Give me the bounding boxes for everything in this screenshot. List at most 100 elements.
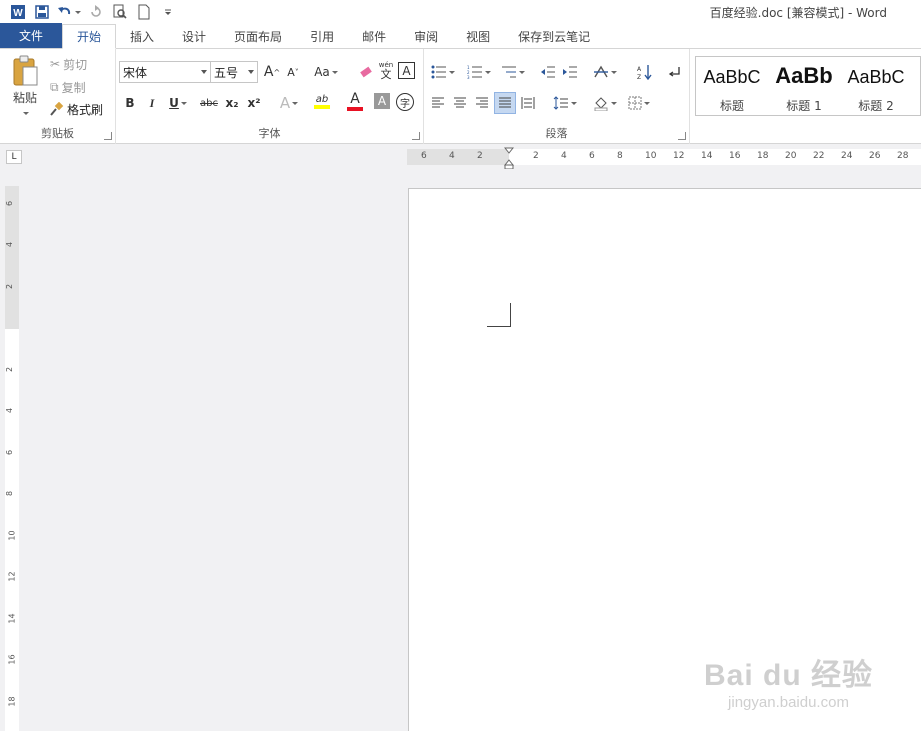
clipboard-group-label: 剪贴板: [41, 127, 74, 140]
ruler-number: 4: [5, 407, 15, 414]
tab-layout[interactable]: 页面布局: [220, 24, 296, 48]
font-name-value: 宋体: [123, 66, 148, 80]
copy-button[interactable]: ⧉ 复制: [50, 77, 86, 97]
subscript-icon[interactable]: x₂: [222, 93, 242, 113]
cut-button[interactable]: ✂ 剪切: [50, 54, 87, 74]
svg-text:3: 3: [467, 75, 470, 79]
underline-icon[interactable]: U: [164, 93, 192, 113]
ruler-number: 12: [673, 151, 685, 161]
tab-file[interactable]: 文件: [0, 23, 62, 48]
font-group-label: 字体: [258, 127, 281, 140]
grow-font-icon[interactable]: A ^: [262, 62, 282, 82]
ruler-number: 6: [5, 449, 15, 455]
customize-qat-icon[interactable]: [156, 2, 180, 22]
align-center-icon[interactable]: [450, 93, 470, 113]
save-icon[interactable]: [30, 2, 54, 22]
ruler-number: 4: [5, 241, 15, 248]
chevron-down-icon: [248, 70, 254, 74]
italic-icon[interactable]: I: [142, 93, 162, 113]
tab-view[interactable]: 视图: [452, 24, 504, 48]
print-preview-icon[interactable]: [108, 2, 132, 22]
enclose-characters-icon[interactable]: 字: [396, 93, 414, 111]
ruler-number: 2: [533, 151, 539, 161]
character-border-icon[interactable]: A: [398, 62, 415, 79]
bullets-icon[interactable]: [428, 62, 458, 82]
svg-text:W: W: [13, 8, 23, 19]
sort-icon[interactable]: AZ: [634, 62, 654, 82]
font-size-combo[interactable]: 五号: [210, 61, 258, 83]
increase-indent-icon[interactable]: [560, 62, 580, 82]
chinese-layout-icon[interactable]: [590, 62, 620, 82]
clipboard-group: 粘贴 ✂ 剪切 ⧉ 复制 格式刷 剪贴板: [0, 49, 116, 144]
new-document-icon[interactable]: [132, 2, 156, 22]
font-size-value: 五号: [214, 66, 239, 80]
word-logo-icon[interactable]: W: [6, 2, 30, 22]
ruler-number: 10: [645, 151, 657, 161]
tab-insert[interactable]: 插入: [116, 24, 168, 48]
chevron-down-icon: [201, 70, 207, 74]
vertical-ruler[interactable]: 6 4 2 2 4 6 8 10 12 14 16 18: [5, 186, 19, 731]
change-case-icon[interactable]: Aa: [312, 62, 340, 82]
ruler-number: 2: [5, 366, 15, 372]
svg-text:Z: Z: [637, 74, 641, 80]
tab-stop-selector[interactable]: L: [6, 150, 22, 164]
style-heading-1[interactable]: AaBb 标题 1: [768, 57, 840, 115]
horizontal-ruler[interactable]: 6 4 2 2 4 6 8 10 12 14 16 18 20 22 24 26 28: [407, 147, 921, 169]
tab-evernote[interactable]: 保存到云笔记: [504, 24, 604, 48]
paste-dropdown-arrow[interactable]: [23, 112, 29, 115]
line-spacing-icon[interactable]: [550, 93, 580, 113]
align-right-icon[interactable]: [472, 93, 492, 113]
ruler-number: 14: [7, 612, 17, 624]
shading-icon[interactable]: [590, 93, 620, 113]
ribbon-tabs: 文件 开始 插入 设计 页面布局 引用 邮件 审阅 视图 保存到云笔记: [0, 23, 921, 49]
justify-icon[interactable]: [494, 92, 516, 114]
ruler-number: 16: [7, 654, 17, 665]
style-title[interactable]: AaBbC 标题: [696, 57, 768, 115]
ruler-number: 6: [421, 151, 427, 161]
ruler-number: 4: [449, 151, 455, 161]
svg-text:A: A: [637, 66, 642, 73]
numbering-icon[interactable]: 123: [464, 62, 494, 82]
tab-mailings[interactable]: 邮件: [348, 24, 400, 48]
styles-gallery: AaBbC 标题 AaBb 标题 1 AaBbC 标题 2: [695, 56, 921, 116]
paste-button[interactable]: 粘贴: [6, 55, 44, 119]
highlight-icon[interactable]: ab: [306, 91, 338, 111]
font-launcher-icon[interactable]: [412, 132, 420, 140]
document-work-area[interactable]: L 6 4 2 2 4 6 8 10 12 14 16 18 20 22 24 26 28 6 4 2 2 4 6 8 10 1…: [0, 144, 921, 731]
tab-references[interactable]: 引用: [296, 24, 348, 48]
format-painter-button[interactable]: 格式刷: [50, 99, 103, 119]
paragraph-group-label: 段落: [545, 127, 568, 140]
shrink-font-icon[interactable]: A ˅: [283, 62, 303, 82]
title-bar: W 百度经验.doc [兼容模式] - Word: [0, 0, 921, 24]
ruler-top-margin: [5, 186, 19, 329]
multilevel-list-icon[interactable]: [498, 62, 528, 82]
paragraph-launcher-icon[interactable]: [678, 132, 686, 140]
undo-icon[interactable]: [54, 2, 84, 22]
strikethrough-icon[interactable]: abc: [198, 93, 220, 113]
cut-label: 剪切: [63, 57, 88, 72]
distributed-icon[interactable]: [518, 93, 538, 113]
tab-home[interactable]: 开始: [62, 24, 117, 49]
text-effects-icon[interactable]: A: [276, 93, 302, 113]
font-name-combo[interactable]: 宋体: [119, 61, 211, 83]
ruler-number: 24: [841, 151, 853, 161]
borders-icon[interactable]: [624, 93, 654, 113]
indent-marker-icon[interactable]: [504, 147, 514, 169]
clipboard-launcher-icon[interactable]: [104, 132, 112, 140]
style-heading-2[interactable]: AaBbC 标题 2: [840, 57, 912, 115]
superscript-icon[interactable]: x²: [244, 93, 264, 113]
font-color-icon[interactable]: A: [340, 91, 370, 111]
show-marks-icon[interactable]: [664, 62, 684, 82]
paintbrush-icon: [50, 102, 64, 116]
copy-label: 复制: [61, 80, 86, 95]
clear-formatting-icon[interactable]: [356, 62, 376, 82]
character-shading-icon[interactable]: A: [374, 93, 390, 109]
ruler-number: 12: [7, 571, 17, 582]
phonetic-guide-icon[interactable]: wén 文: [376, 60, 396, 80]
bold-icon[interactable]: B: [120, 93, 140, 113]
tab-design[interactable]: 设计: [168, 24, 220, 48]
decrease-indent-icon[interactable]: [538, 62, 558, 82]
redo-icon[interactable]: [84, 2, 108, 22]
tab-review[interactable]: 审阅: [400, 24, 452, 48]
align-left-icon[interactable]: [428, 93, 448, 113]
